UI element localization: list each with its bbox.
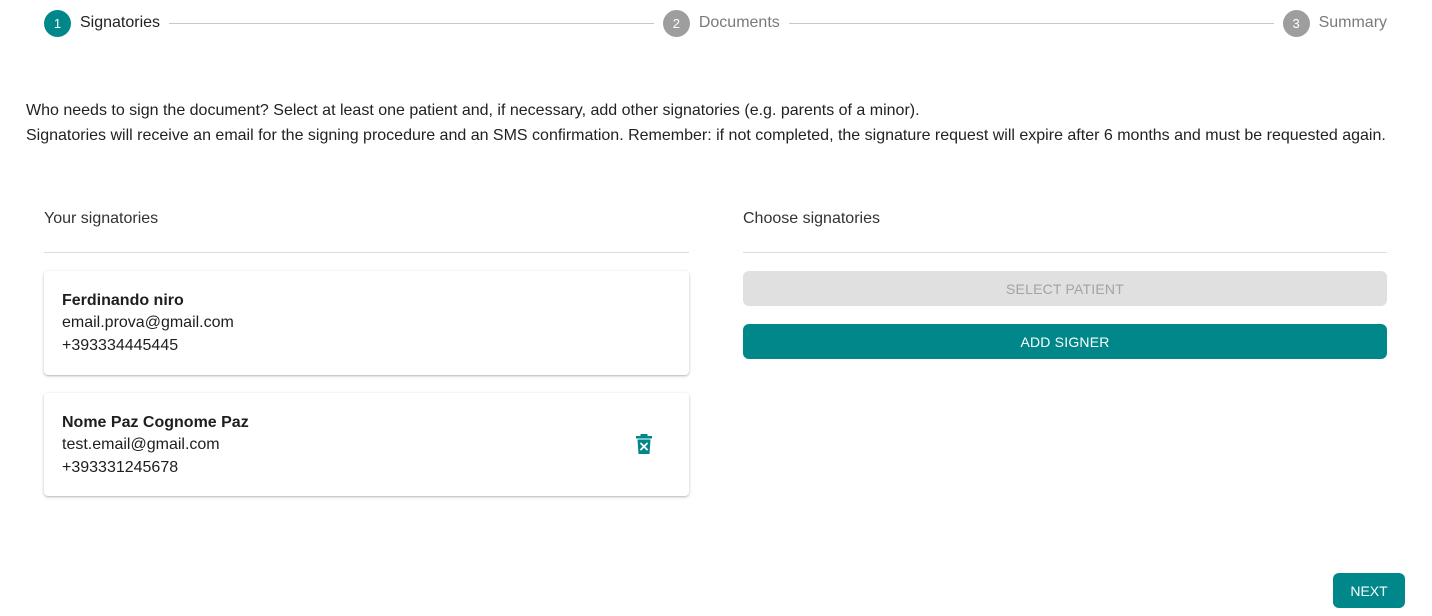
step-documents[interactable]: 2 Documents xyxy=(662,9,780,37)
signatory-email: email.prova@gmail.com xyxy=(62,314,234,331)
step-connector xyxy=(788,22,1274,24)
signatory-card: Ferdinando niro email.prova@gmail.com +3… xyxy=(44,271,689,375)
step-label: Summary xyxy=(1318,14,1388,31)
step-label: Documents xyxy=(698,14,780,31)
divider xyxy=(743,252,1387,253)
signatory-phone: +393331245678 xyxy=(62,458,179,476)
step-number: 3 xyxy=(1282,9,1310,37)
step-connector xyxy=(169,22,654,24)
stepper: 1 Signatories 2 Documents 3 Summary xyxy=(44,9,1387,37)
signatory-phone: +393334445445 xyxy=(62,336,179,354)
step-label: Signatories xyxy=(80,14,161,31)
instructions-line-1: Who needs to sign the document? Select a… xyxy=(26,102,920,119)
signatory-name: Ferdinando niro xyxy=(62,292,184,309)
choose-signatories-title: Choose signatories xyxy=(743,210,880,227)
instructions-line-2: Signatories will receive an email for th… xyxy=(26,127,1386,144)
step-number: 2 xyxy=(662,9,690,37)
add-signer-button[interactable]: ADD SIGNER xyxy=(743,324,1387,359)
signatory-card: Nome Paz Cognome Paz test.email@gmail.co… xyxy=(44,393,689,496)
your-signatories-title: Your signatories xyxy=(44,210,159,227)
select-patient-button[interactable]: SELECT PATIENT xyxy=(743,271,1387,306)
next-button[interactable]: NEXT xyxy=(1333,573,1405,608)
trash-x-icon xyxy=(636,434,652,454)
delete-signatory-button[interactable] xyxy=(635,433,653,455)
signatory-email: test.email@gmail.com xyxy=(62,436,220,453)
signature-wizard: 1 Signatories 2 Documents 3 Summary Who … xyxy=(0,0,1432,616)
step-signatories[interactable]: 1 Signatories xyxy=(44,9,161,37)
signatory-name: Nome Paz Cognome Paz xyxy=(62,414,249,431)
divider xyxy=(44,252,689,253)
instructions-text: Who needs to sign the document? Select a… xyxy=(26,98,1406,148)
step-summary[interactable]: 3 Summary xyxy=(1282,9,1388,37)
step-number: 1 xyxy=(44,9,71,37)
